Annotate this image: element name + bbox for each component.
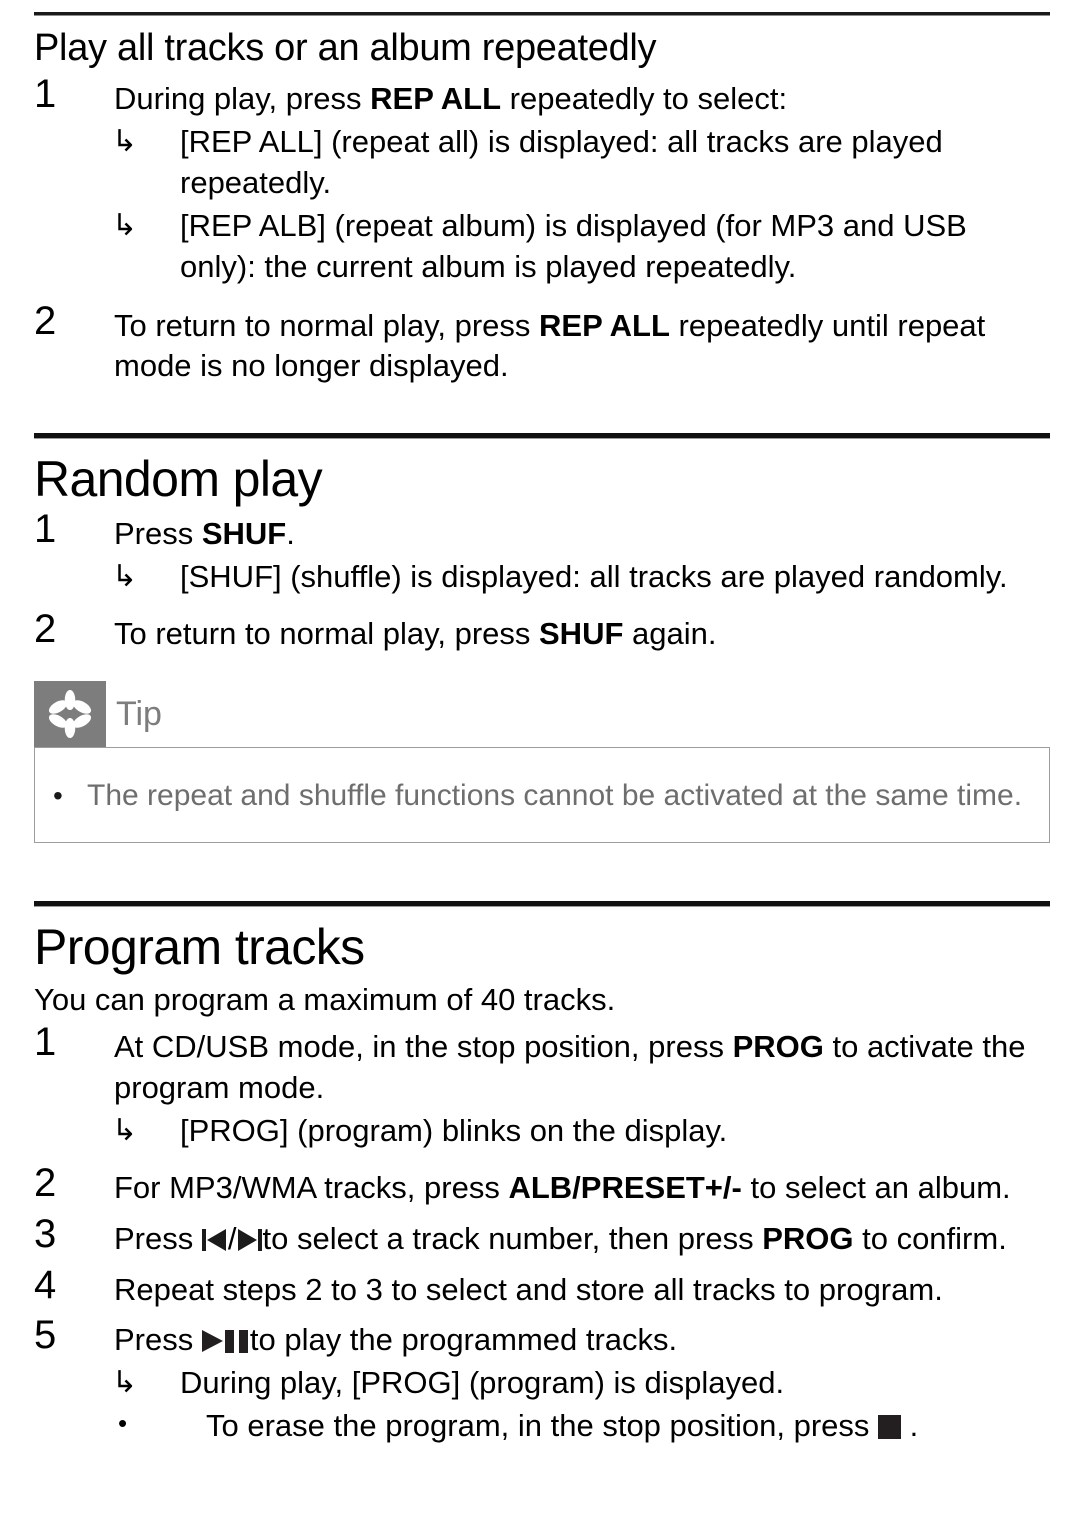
arrow-sub-icon: ↳ bbox=[112, 560, 138, 594]
stop-icon bbox=[878, 1415, 902, 1440]
tip-body: • The repeat and shuffle functions canno… bbox=[34, 747, 1050, 844]
step-number: 2 bbox=[34, 1160, 57, 1205]
heading-program-tracks: Program tracks bbox=[34, 919, 365, 976]
step-number: 5 bbox=[34, 1313, 57, 1358]
document-page: Play all tracks or an album repeatedly 1… bbox=[0, 0, 1080, 1532]
step-text-after: to select an album. bbox=[741, 1169, 1011, 1205]
arrow-sub-icon: ↳ bbox=[112, 124, 138, 158]
tip-header: Tip bbox=[34, 681, 1050, 748]
step-text: For MP3/WMA tracks, press ALB/PRESET+/- … bbox=[114, 1162, 1050, 1209]
step-keyword: ALB/PRESET+/- bbox=[508, 1169, 742, 1205]
step-text-before: Press bbox=[114, 1322, 202, 1358]
step-text-before: For MP3/WMA tracks, press bbox=[114, 1169, 509, 1205]
step-text: To return to normal play, press REP ALL … bbox=[114, 300, 1050, 388]
step-keyword: REP ALL bbox=[539, 307, 670, 343]
sub-result-text: [PROG] (program) blinks on the display. bbox=[180, 1112, 728, 1148]
step-text-before: At CD/USB mode, in the stop position, pr… bbox=[114, 1029, 733, 1064]
pause-icon bbox=[224, 1329, 250, 1354]
program-intro-text: You can program a maximum of 40 tracks. bbox=[34, 982, 616, 1018]
step-row: 1 At CD/USB mode, in the stop position, … bbox=[34, 1021, 1050, 1109]
arrow-sub-icon: ↳ bbox=[112, 1366, 138, 1400]
step-text-after: . bbox=[286, 516, 295, 552]
step-number: 1 bbox=[34, 1020, 57, 1064]
step-row: 4 Repeat steps 2 to 3 to select and stor… bbox=[34, 1264, 1050, 1311]
step-text: At CD/USB mode, in the stop position, pr… bbox=[114, 1021, 1050, 1109]
step-row: 2 To return to normal play, press REP AL… bbox=[34, 300, 1050, 388]
arrow-sub-icon: ↳ bbox=[112, 1113, 138, 1147]
step-text-after: repeatedly to select: bbox=[501, 81, 788, 117]
step-number: 2 bbox=[34, 607, 57, 652]
bullet-icon: • bbox=[53, 779, 63, 811]
top-spacer bbox=[0, 0, 1080, 12]
sub-note-row: • To erase the program, in the stop posi… bbox=[118, 1406, 1050, 1447]
step-text-mid: to select a track number, then press bbox=[262, 1220, 763, 1256]
sub-result-text: During play, [PROG] (program) is display… bbox=[180, 1365, 785, 1401]
step-text: Press / to select a track number, then pr… bbox=[114, 1213, 1050, 1260]
step-row: 5 Press to play the programmed tracks. bbox=[34, 1314, 1050, 1361]
sub-result-text: [REP ALL] (repeat all) is displayed: all… bbox=[180, 123, 943, 200]
step-row: 2 For MP3/WMA tracks, press ALB/PRESET+/… bbox=[34, 1162, 1050, 1209]
step-text-after: to confirm. bbox=[853, 1220, 1007, 1256]
step-text-before: Press bbox=[114, 516, 202, 552]
step-keyword: SHUF bbox=[201, 516, 287, 552]
step-row: 3 Press / to select a track number, then … bbox=[34, 1213, 1050, 1260]
section-rule-program bbox=[34, 901, 1050, 908]
sub-result-text: [SHUF] (shuffle) is displayed: all track… bbox=[180, 559, 1008, 595]
heading-random-play: Random play bbox=[34, 451, 323, 508]
sub-result-text: [REP ALB] (repeat album) is displayed (f… bbox=[180, 207, 967, 284]
asterisk-flower-icon bbox=[34, 681, 106, 748]
step-number: 4 bbox=[34, 1262, 57, 1307]
section-rule-repeat bbox=[34, 12, 1050, 16]
tip-list-item: • The repeat and shuffle functions canno… bbox=[35, 776, 1049, 815]
tip-label: Tip bbox=[116, 695, 162, 734]
step-row: 2 To return to normal play, press SHUF a… bbox=[34, 608, 1050, 655]
step-keyword: PROG bbox=[762, 1220, 854, 1256]
sub-result-row: ↳ [PROG] (program) blinks on the display… bbox=[112, 1111, 1050, 1152]
sub-result-row: ↳ During play, [PROG] (program) is displ… bbox=[112, 1363, 1050, 1404]
sub-note-text: To erase the program, in the stop positi… bbox=[206, 1406, 1050, 1447]
step-row: 1 During play, press REP ALL repeatedly … bbox=[34, 73, 1050, 120]
step-text-after: again. bbox=[623, 616, 717, 652]
tip-callout: Tip • The repeat and shuffle functions c… bbox=[34, 681, 1050, 844]
step-text-before: To return to normal play, press bbox=[114, 307, 539, 343]
sub-result-row: ↳ [SHUF] (shuffle) is displayed: all tra… bbox=[112, 557, 1050, 598]
section-rule-random bbox=[34, 433, 1050, 440]
step-text-before: To return to normal play, press bbox=[114, 616, 539, 652]
step-text: Repeat steps 2 to 3 to select and store … bbox=[114, 1271, 943, 1307]
sub-result-row: ↳ [REP ALB] (repeat album) is displayed … bbox=[112, 206, 1050, 288]
sub-note-text-after: . bbox=[901, 1408, 919, 1444]
heading-play-all-tracks: Play all tracks or an album repeatedly bbox=[34, 27, 657, 69]
step-number: 1 bbox=[34, 72, 57, 117]
bullet-icon: • bbox=[118, 1408, 128, 1439]
step-text-mid: to play the programmed tracks. bbox=[249, 1322, 678, 1358]
slash-separator: / bbox=[227, 1220, 237, 1256]
step-text: To return to normal play, press SHUF aga… bbox=[114, 608, 1050, 655]
step-text: Press SHUF. bbox=[114, 508, 1050, 555]
sub-result-row: ↳ [REP ALL] (repeat all) is displayed: a… bbox=[112, 122, 1050, 204]
step-number: 1 bbox=[34, 507, 57, 552]
step-row: 1 Press SHUF. bbox=[34, 508, 1050, 555]
sub-note-text-before: To erase the program, in the stop positi… bbox=[206, 1408, 879, 1444]
next-track-icon bbox=[236, 1228, 263, 1252]
step-text-before: During play, press bbox=[114, 81, 371, 117]
step-text: During play, press REP ALL repeatedly to… bbox=[114, 73, 1050, 120]
step-keyword: PROG bbox=[732, 1029, 824, 1064]
step-number: 2 bbox=[34, 298, 57, 343]
step-text: Press to play the programmed tracks. bbox=[114, 1314, 1050, 1361]
step-keyword: SHUF bbox=[539, 616, 624, 652]
play-icon bbox=[201, 1329, 224, 1353]
prev-track-icon bbox=[201, 1228, 228, 1252]
step-keyword: REP ALL bbox=[370, 81, 502, 117]
arrow-sub-icon: ↳ bbox=[112, 208, 138, 242]
tip-item-text: The repeat and shuffle functions cannot … bbox=[87, 778, 1023, 812]
step-number: 3 bbox=[34, 1211, 57, 1256]
step-text-before: Press bbox=[114, 1220, 202, 1256]
